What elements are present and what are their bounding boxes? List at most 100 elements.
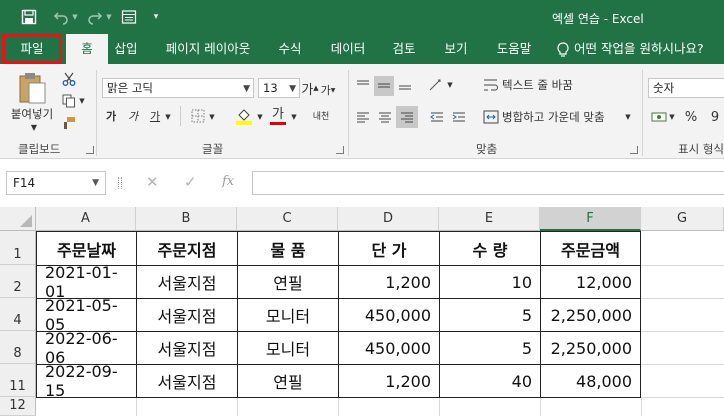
bold-button[interactable]: 가 (104, 108, 118, 124)
decrease-font-size-icon[interactable]: 가 ▼ (320, 80, 336, 100)
table-cell[interactable]: 450,000 (339, 299, 440, 332)
borders-dropdown-icon[interactable]: ▼ (208, 112, 216, 122)
table-cell[interactable]: 1,200 (339, 365, 440, 398)
italic-button[interactable]: 가 (126, 108, 140, 124)
row-header-12[interactable]: 12 (0, 397, 36, 416)
tab-home[interactable]: 홈 (66, 34, 108, 64)
row-header-11[interactable]: 11 (0, 364, 36, 397)
table-cell[interactable]: 5 (440, 332, 541, 365)
paste-button[interactable]: 붙여넣기 (6, 106, 58, 122)
accounting-format-icon[interactable] (650, 108, 668, 126)
orientation-dropdown-icon[interactable]: ▼ (446, 80, 454, 90)
number-format-select[interactable]: 숫자 (648, 78, 724, 98)
redo-dropdown-icon[interactable]: ▼ (104, 8, 114, 26)
tab-data[interactable]: 데이터 (320, 34, 376, 64)
copy-icon[interactable] (60, 92, 78, 110)
table-cell[interactable]: 5 (440, 299, 541, 332)
splitter-handle[interactable] (118, 177, 122, 189)
tab-insert[interactable]: 삽입 (108, 34, 144, 64)
phonetic-guide-icon[interactable]: 내천 (310, 106, 332, 128)
align-right-icon[interactable] (396, 106, 418, 128)
paste-icon[interactable] (14, 70, 50, 106)
undo-dropdown-icon[interactable]: ▼ (70, 8, 80, 26)
customize-qat-icon[interactable]: ▾ (150, 8, 162, 26)
table-cell[interactable]: 모니터 (238, 299, 339, 332)
header-cell-item[interactable]: 물 품 (238, 232, 339, 266)
align-bottom-icon[interactable] (396, 76, 414, 94)
column-header-b[interactable]: B (136, 207, 237, 231)
clipboard-launcher-icon[interactable] (86, 146, 94, 154)
header-cell-unit-price[interactable]: 단 가 (339, 232, 440, 266)
header-cell-order-date[interactable]: 주문날짜 (37, 232, 137, 266)
tab-file[interactable]: 파일 (2, 34, 62, 64)
decrease-indent-icon[interactable] (428, 108, 446, 126)
fill-color-icon[interactable] (234, 106, 254, 126)
column-header-c[interactable]: C (237, 207, 338, 231)
accounting-dropdown-icon[interactable]: ▼ (668, 112, 676, 122)
header-cell-quantity[interactable]: 수 량 (440, 232, 541, 266)
cut-icon[interactable] (60, 70, 78, 88)
row-header-8[interactable]: 8 (0, 331, 36, 364)
chevron-down-icon[interactable]: ▼ (92, 172, 99, 194)
tab-view[interactable]: 보기 (436, 34, 476, 64)
table-cell[interactable]: 서울지점 (137, 266, 238, 299)
table-cell[interactable]: 2022-09-15 (37, 362, 137, 400)
table-cell[interactable]: 12,000 (541, 266, 641, 299)
table-cell[interactable]: 연필 (238, 365, 339, 398)
column-header-d[interactable]: D (338, 207, 439, 231)
tab-help[interactable]: 도움말 (484, 34, 544, 64)
row-header-4[interactable]: 4 (0, 298, 36, 331)
font-color-icon[interactable]: 가 (268, 106, 288, 126)
table-cell[interactable]: 2021-05-05 (37, 296, 137, 334)
column-header-f[interactable]: F (540, 207, 641, 231)
enter-icon[interactable]: ✓ (184, 173, 197, 191)
table-cell[interactable]: 서울지점 (137, 299, 238, 332)
row-header-1[interactable]: 1 (0, 231, 36, 265)
alignment-launcher-icon[interactable] (630, 146, 638, 154)
table-cell[interactable]: 모니터 (238, 332, 339, 365)
copy-dropdown-icon[interactable]: ▼ (78, 96, 86, 106)
table-cell[interactable]: 서울지점 (137, 332, 238, 365)
worksheet-grid[interactable]: A B C D E F G 1 2 4 8 11 12 주문날짜 주문지점 물 … (0, 207, 724, 416)
font-size-select[interactable]: 13 ▼ (258, 78, 300, 98)
table-cell[interactable]: 40 (440, 365, 541, 398)
merge-dropdown-icon[interactable]: ▼ (624, 112, 632, 122)
form-icon[interactable] (120, 8, 138, 26)
table-cell[interactable]: 2022-06-06 (37, 329, 137, 367)
table-cell[interactable]: 2021-01-01 (37, 263, 137, 301)
orientation-icon[interactable] (426, 76, 446, 94)
table-cell[interactable]: 1,200 (339, 266, 440, 299)
paste-dropdown-icon[interactable]: ▼ (28, 122, 40, 132)
row-header-2[interactable]: 2 (0, 265, 36, 298)
tell-me-search[interactable]: 어떤 작업을 원하시나요? (574, 34, 724, 64)
merge-center-button[interactable]: 병합하고 가운데 맞춤 (502, 108, 620, 126)
formula-input[interactable] (252, 171, 724, 195)
insert-function-icon[interactable]: fx (222, 174, 234, 189)
table-cell[interactable]: 450,000 (339, 332, 440, 365)
fill-color-dropdown-icon[interactable]: ▼ (256, 112, 264, 122)
tab-formulas[interactable]: 수식 (270, 34, 310, 64)
comma-style-button[interactable]: 9 (706, 108, 724, 126)
redo-icon[interactable] (86, 8, 104, 26)
cancel-icon[interactable]: ✕ (146, 173, 159, 191)
name-box[interactable]: F14 ▼ (6, 171, 106, 195)
tab-page-layout[interactable]: 페이지 레이아웃 (156, 34, 260, 64)
increase-indent-icon[interactable] (450, 108, 468, 126)
increase-font-size-icon[interactable]: 가 ▲ (301, 78, 318, 98)
table-cell[interactable]: 48,000 (541, 365, 641, 398)
percent-style-button[interactable]: % (682, 108, 700, 126)
borders-icon[interactable] (190, 108, 206, 124)
align-center-icon[interactable] (376, 108, 394, 126)
underline-dropdown-icon[interactable]: ▼ (164, 112, 172, 122)
tab-review[interactable]: 검토 (384, 34, 424, 64)
header-cell-amount[interactable]: 주문금액 (541, 232, 641, 266)
format-painter-icon[interactable] (60, 114, 78, 132)
save-icon[interactable] (20, 8, 38, 26)
merge-center-icon[interactable] (482, 108, 500, 126)
table-cell[interactable]: 서울지점 (137, 365, 238, 398)
table-cell[interactable]: 연필 (238, 266, 339, 299)
table-cell[interactable]: 2,250,000 (541, 332, 641, 365)
select-all-corner[interactable] (0, 207, 36, 231)
header-cell-branch[interactable]: 주문지점 (137, 232, 238, 266)
font-launcher-icon[interactable] (336, 146, 344, 154)
